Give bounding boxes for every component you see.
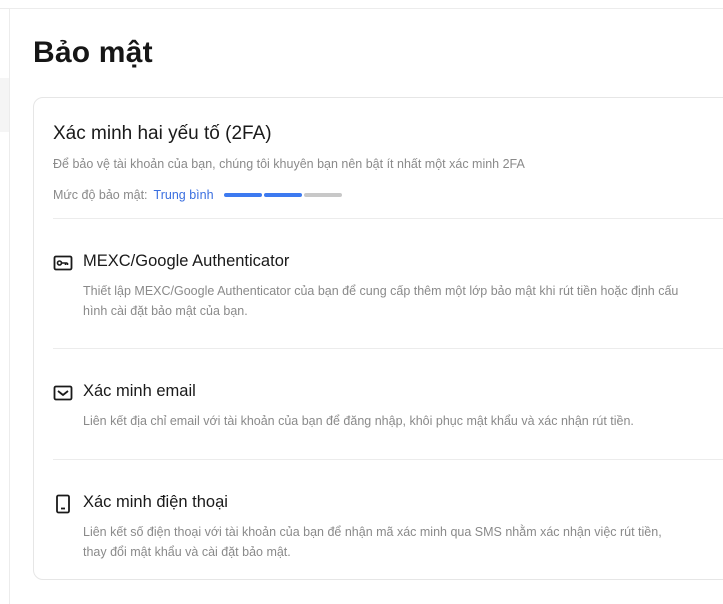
divider: [53, 459, 723, 460]
email-icon: [53, 385, 73, 401]
email-verification-description: Liên kết địa chỉ email với tài khoản của…: [83, 414, 634, 428]
security-level-value: Trung bình: [153, 188, 214, 202]
authenticator-description: Thiết lập MEXC/Google Authenticator của …: [83, 284, 679, 318]
security-level-bar: [223, 193, 344, 197]
top-divider: [0, 8, 723, 9]
divider: [53, 348, 723, 349]
security-level-segment: [263, 193, 302, 197]
key-icon: [53, 255, 73, 271]
twofa-card: Xác minh hai yếu tố (2FA) Để bảo vệ tài …: [33, 97, 723, 580]
sidebar-active-stub: [0, 78, 9, 132]
phone-verification-description: Liên kết số điện thoại với tài khoản của…: [83, 525, 662, 559]
twofa-title: Xác minh hai yếu tố (2FA): [53, 123, 272, 144]
divider: [53, 218, 723, 219]
page-title: Bảo mật: [33, 36, 153, 69]
security-level-row: Mức độ bảo mật: Trung bình: [53, 187, 344, 203]
email-verification-title: Xác minh email: [83, 382, 196, 400]
security-page: Bảo mật Xác minh hai yếu tố (2FA) Để bảo…: [0, 0, 723, 604]
phone-icon: [56, 494, 70, 514]
authenticator-title: MEXC/Google Authenticator: [83, 252, 290, 270]
security-level-segment: [303, 193, 342, 197]
security-level-segment: [223, 193, 262, 197]
phone-verification-title: Xác minh điện thoại: [83, 493, 228, 511]
twofa-description: Để bảo vệ tài khoản của bạn, chúng tôi k…: [53, 157, 525, 171]
security-level-label: Mức độ bảo mật:: [53, 188, 148, 202]
sidebar-edge: [9, 9, 10, 604]
